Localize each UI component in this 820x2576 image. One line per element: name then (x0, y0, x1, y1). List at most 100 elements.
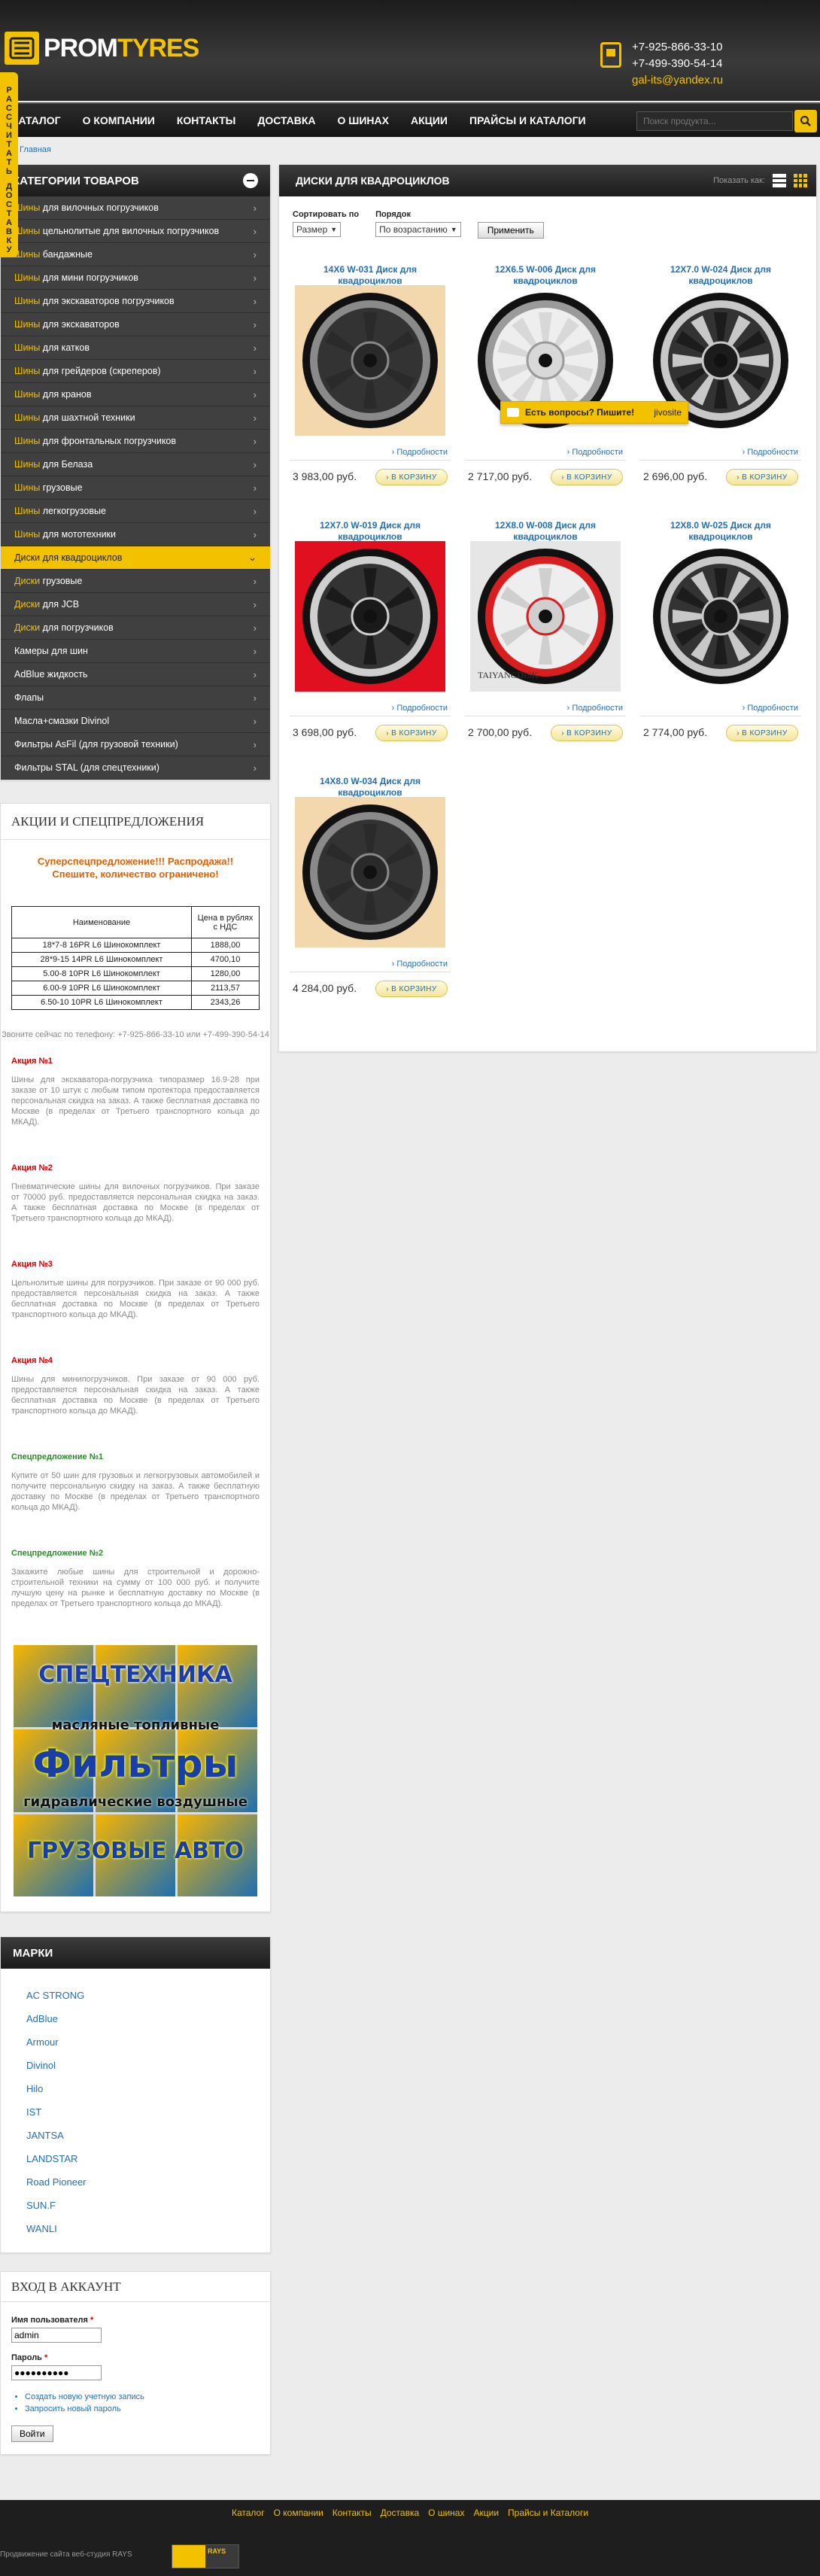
product-image[interactable] (295, 797, 445, 947)
login-button[interactable]: Войти (11, 2425, 53, 2442)
site-logo[interactable]: PROMTYRES (5, 32, 199, 65)
add-to-cart-button[interactable]: › В КОРЗИНУ (726, 469, 798, 485)
nav-item[interactable]: КАТАЛОГ (12, 114, 61, 126)
category-item[interactable]: Шины для экскаваторов погрузчиков › (1, 290, 270, 313)
categories-title: КАТЕГОРИИ ТОВАРОВ (13, 174, 139, 187)
add-to-cart-button[interactable]: › В КОРЗИНУ (375, 469, 448, 485)
add-to-cart-button[interactable]: › В КОРЗИНУ (726, 725, 798, 741)
product-name[interactable]: 14X8.0 W-034 Диск для квадроциклов (284, 762, 457, 798)
category-item[interactable]: Шины для кранов › (1, 383, 270, 406)
category-item[interactable]: AdBlue жидкость › (1, 663, 270, 686)
brand-link[interactable]: JANTSA (1, 2124, 270, 2147)
details-link[interactable]: › Подробности (392, 960, 448, 969)
product-price: 2 696,00 руб. (643, 470, 708, 482)
apply-button[interactable]: Применить (477, 222, 544, 239)
nav-item[interactable]: ПРАЙСЫ И КАТАЛОГИ (469, 114, 586, 126)
breadcrumb-home[interactable]: Главная (20, 145, 51, 154)
product-name[interactable]: 12X7.0 W-024 Диск для квадроциклов (634, 251, 807, 286)
category-item[interactable]: Шины бандажные › (1, 243, 270, 266)
footer-link[interactable]: О шинах (428, 2508, 464, 2518)
add-to-cart-button[interactable]: › В КОРЗИНУ (375, 981, 448, 997)
brand-link[interactable]: Hilo (1, 2077, 270, 2100)
order-select[interactable]: По возрастанию ▼ (375, 222, 461, 237)
brand-link[interactable]: WANLI (1, 2217, 270, 2240)
footer-link[interactable]: Доставка (381, 2508, 420, 2518)
brand-link[interactable]: LANDSTAR (1, 2147, 270, 2170)
category-item[interactable]: Диски для квадроциклов ⌄ (1, 546, 270, 570)
details-link[interactable]: › Подробности (392, 448, 448, 457)
category-item[interactable]: Диски для погрузчиков › (1, 616, 270, 640)
grid-view-icon[interactable] (794, 174, 807, 187)
password-input[interactable] (11, 2365, 102, 2380)
details-link[interactable]: › Подробности (743, 448, 798, 457)
category-item[interactable]: Шины цельнолитые для вилочных погрузчико… (1, 220, 270, 243)
category-item[interactable]: Флапы › (1, 686, 270, 710)
brand-link[interactable]: Divinol (1, 2054, 270, 2077)
category-item[interactable]: Диски грузовые › (1, 570, 270, 593)
email-link[interactable]: gal-its@yandex.ru (632, 74, 723, 87)
category-item[interactable]: Фильтры STAL (для спецтехники) › (1, 756, 270, 780)
product-name[interactable]: 12X6.5 W-006 Диск для квадроциклов (459, 251, 632, 286)
nav-item[interactable]: О КОМПАНИИ (83, 114, 155, 126)
category-item[interactable]: Камеры для шин › (1, 640, 270, 663)
category-item[interactable]: Шины для фронтальных погрузчиков › (1, 430, 270, 453)
category-item[interactable]: Шины для Белаза › (1, 453, 270, 476)
delivery-calc-tab[interactable]: РАССЧИТАТЬДОСТАВКУ (0, 72, 18, 257)
add-to-cart-button[interactable]: › В КОРЗИНУ (375, 725, 448, 741)
nav-item[interactable]: КОНТАКТЫ (177, 114, 235, 126)
brand-link[interactable]: Armour (1, 2030, 270, 2054)
category-item[interactable]: Масла+смазки Divinol › (1, 710, 270, 733)
nav-item[interactable]: О ШИНАХ (338, 114, 389, 126)
nav-item[interactable]: ДОСТАВКА (257, 114, 315, 126)
username-input[interactable] (11, 2328, 102, 2343)
category-item[interactable]: Фильтры AsFil (для грузовой техники) › (1, 733, 270, 756)
add-to-cart-button[interactable]: › В КОРЗИНУ (551, 469, 623, 485)
search-input[interactable] (636, 111, 793, 131)
footer-link[interactable]: Акции (473, 2508, 499, 2518)
sort-select[interactable]: Размер ▼ (293, 222, 342, 237)
brand-link[interactable]: SUN.F (1, 2194, 270, 2217)
delivery-tab-letter: К (6, 236, 12, 245)
brand-link[interactable]: AdBlue (1, 2007, 270, 2030)
category-item[interactable]: Шины для грейдеров (скреперов) › (1, 360, 270, 383)
chat-widget[interactable]: Есть вопросы? Пишите! jivosite (500, 401, 688, 424)
category-item[interactable]: Шины для шахтной техники › (1, 406, 270, 430)
category-item[interactable]: Шины для вилочных погрузчиков › (1, 196, 270, 220)
filters-banner[interactable]: СПЕЦТЕХНИКА масляные топливные Фильтры г… (14, 1645, 257, 1896)
category-item[interactable]: Шины для мототехники › (1, 523, 270, 546)
product-name[interactable]: 12X7.0 W-019 Диск для квадроциклов (284, 506, 457, 542)
add-to-cart-button[interactable]: › В КОРЗИНУ (551, 725, 623, 741)
counter-badge[interactable]: RAYS (172, 2544, 239, 2568)
register-link[interactable]: Создать новую учетную запись (25, 2392, 144, 2401)
category-item[interactable]: Шины грузовые › (1, 476, 270, 500)
collapse-icon[interactable] (243, 173, 258, 188)
category-item[interactable]: Диски для JCB › (1, 593, 270, 616)
reset-password-link[interactable]: Запросить новый пароль (25, 2404, 121, 2413)
product-name[interactable]: 14X6 W-031 Диск для квадроциклов (284, 251, 457, 286)
chevron-right-icon: › (253, 598, 257, 610)
footer-link[interactable]: О компании (274, 2508, 323, 2518)
product-name[interactable]: 12X8.0 W-025 Диск для квадроциклов (634, 506, 807, 542)
details-link[interactable]: › Подробности (392, 704, 448, 713)
details-link[interactable]: › Подробности (567, 704, 623, 713)
product-image[interactable]: TAIYANGDISK (470, 541, 621, 692)
search-button[interactable] (794, 110, 817, 132)
brand-link[interactable]: Road Pioneer (1, 2170, 270, 2194)
category-item[interactable]: Шины легкогрузовые › (1, 500, 270, 523)
brand-link[interactable]: IST (1, 2100, 270, 2124)
category-item[interactable]: Шины для экскаваторов › (1, 313, 270, 336)
product-image[interactable] (645, 541, 796, 692)
product-image[interactable] (295, 541, 445, 692)
category-item[interactable]: Шины для мини погрузчиков › (1, 266, 270, 290)
footer-link[interactable]: Каталог (232, 2508, 265, 2518)
category-item[interactable]: Шины для катков › (1, 336, 270, 360)
details-link[interactable]: › Подробности (743, 704, 798, 713)
list-view-icon[interactable] (773, 174, 786, 187)
product-name[interactable]: 12X8.0 W-008 Диск для квадроциклов (459, 506, 632, 542)
brand-link[interactable]: AC STRONG (1, 1984, 270, 2007)
footer-link[interactable]: Прайсы и Каталоги (508, 2508, 588, 2518)
footer-link[interactable]: Контакты (333, 2508, 372, 2518)
nav-item[interactable]: АКЦИИ (411, 114, 448, 126)
details-link[interactable]: › Подробности (567, 448, 623, 457)
product-image[interactable] (295, 285, 445, 436)
